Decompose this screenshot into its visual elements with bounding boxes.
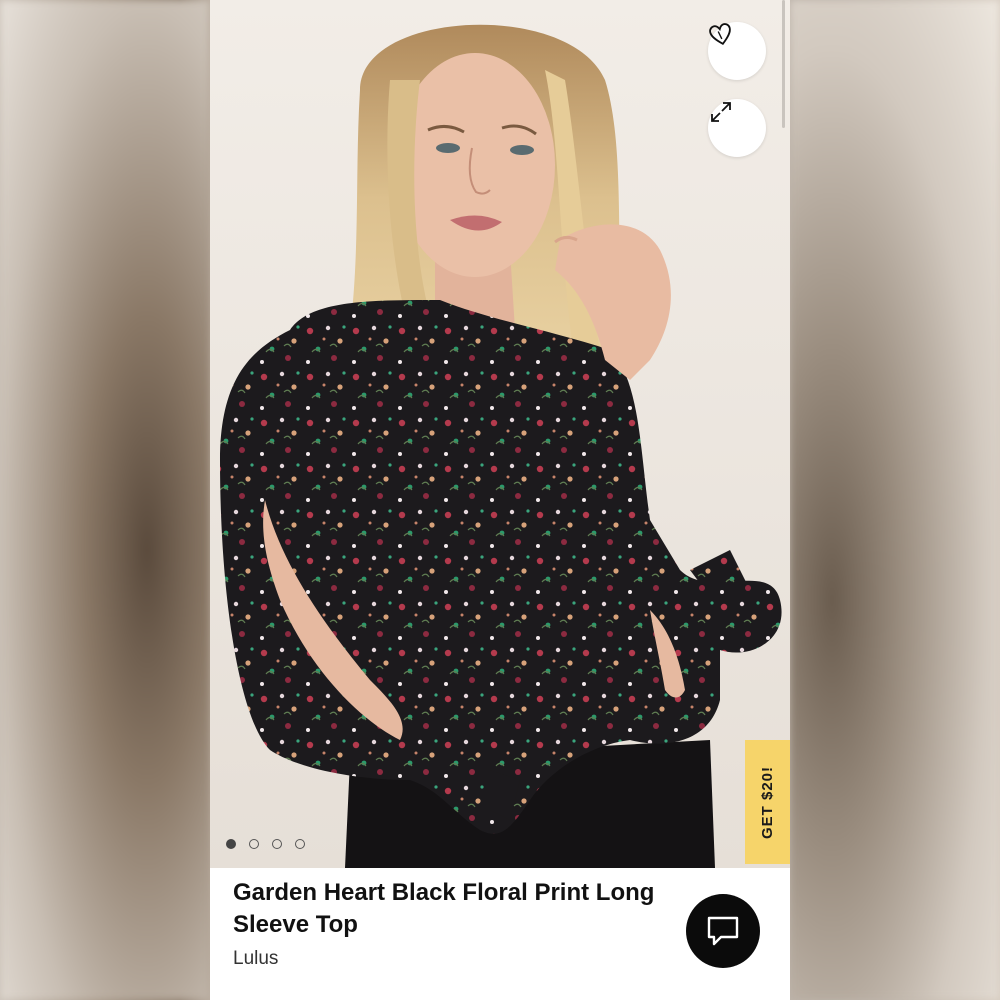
carousel-dots [226,839,305,849]
model-illustration [220,24,782,868]
scrollbar[interactable] [782,0,785,128]
chat-bubble-icon [707,916,739,946]
background-blur-right [790,0,1000,1000]
product-image[interactable]: GET $20! [210,0,790,868]
expand-icon [711,102,731,122]
product-info: Garden Heart Black Floral Print Long Sle… [210,868,790,1000]
background-blur-left [0,0,210,1000]
heart-icon [709,23,731,45]
chat-button[interactable] [686,894,760,968]
promo-tab[interactable]: GET $20! [745,740,790,864]
carousel-dot-2[interactable] [249,839,259,849]
product-screen: GET $20! Garden Heart Black Floral Print… [210,0,790,1000]
product-brand[interactable]: Lulus [233,948,278,970]
product-title: Garden Heart Black Floral Print Long Sle… [233,879,655,938]
expand-image-button[interactable] [708,99,766,157]
favorite-button[interactable] [708,22,766,80]
carousel-dot-3[interactable] [272,839,282,849]
promo-label: GET $20! [759,765,776,839]
carousel-dot-4[interactable] [295,839,305,849]
carousel-dot-1[interactable] [226,839,236,849]
